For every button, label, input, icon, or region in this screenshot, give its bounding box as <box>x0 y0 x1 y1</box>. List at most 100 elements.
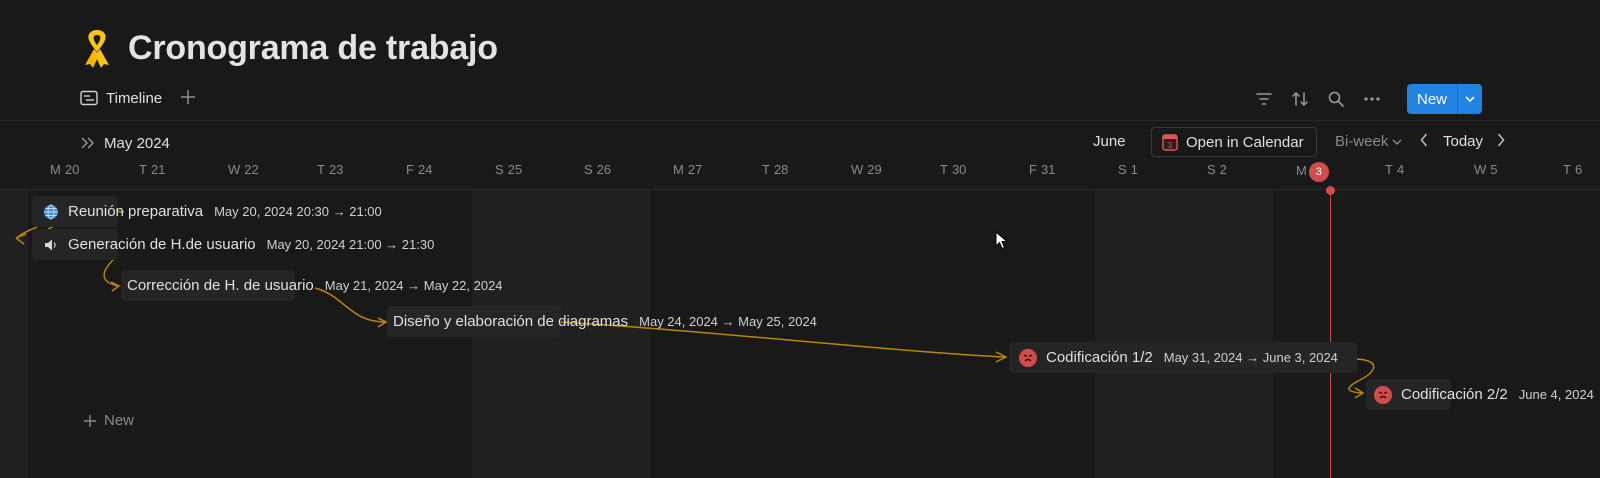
day-number: 3 <box>1308 162 1329 182</box>
today-dot <box>1326 186 1335 195</box>
task-diseno-diagramas[interactable]: Diseño y elaboración de diagramas May 24… <box>393 306 817 337</box>
day-label: S1 <box>1118 162 1138 177</box>
day-label-today: M3 <box>1296 162 1329 182</box>
timeline-scale-select[interactable]: Bi-week <box>1335 133 1402 150</box>
chevron-down-icon <box>1392 139 1402 145</box>
day-number: 27 <box>687 162 703 177</box>
day-label: M 27 <box>673 162 702 177</box>
search-icon <box>1328 91 1344 107</box>
next-period-button[interactable] <box>1497 133 1505 152</box>
add-new-item-label: New <box>104 412 135 429</box>
open-in-calendar-label: Open in Calendar <box>1186 133 1304 151</box>
add-new-item-button[interactable]: New <box>83 412 134 429</box>
day-number: 28 <box>773 162 789 177</box>
open-in-calendar-button[interactable]: 3 Open in Calendar <box>1151 127 1317 157</box>
day-label: T 21 <box>139 162 165 177</box>
day-label: F 24 <box>406 162 432 177</box>
task-dates: May 31, 2024 → June 3, 2024 <box>1163 350 1338 365</box>
day-letter: W <box>1474 162 1487 177</box>
new-button[interactable]: New <box>1406 84 1457 114</box>
day-label: T4 <box>1385 162 1404 177</box>
task-dates: May 20, 2024 20:30 → 21:00 <box>214 204 382 219</box>
task-generacion-h-usuario[interactable]: Generación de H.de usuario May 20, 2024 … <box>43 229 434 260</box>
month-label: May 2024 <box>104 134 170 152</box>
double-chevron-right-icon[interactable] <box>80 137 96 149</box>
task-codificacion-1[interactable]: Codificación 1/2 May 31, 2024 → June 3, … <box>1019 342 1338 373</box>
task-name: Diseño y elaboración de diagramas <box>393 313 629 330</box>
task-dates: May 21, 2024 → May 22, 2024 <box>324 278 503 293</box>
day-letter: T <box>1563 162 1571 177</box>
day-label: T 28 <box>762 162 788 177</box>
mouse-cursor-icon <box>995 231 1009 250</box>
calendar-icon-number: 3 <box>1168 141 1173 150</box>
day-number: 22 <box>244 162 259 177</box>
day-letter: T <box>762 162 770 177</box>
day-label: S2 <box>1207 162 1227 177</box>
day-letter: T <box>940 162 948 177</box>
timeline-scale-value: Bi-week <box>1335 133 1389 150</box>
timeline-view-icon <box>80 90 98 106</box>
calendar-icon: 3 <box>1162 134 1178 151</box>
day-letter: S <box>584 162 593 177</box>
day-number: 4 <box>1396 162 1405 177</box>
angry-face-icon <box>1019 348 1037 367</box>
days-divider <box>0 189 1600 190</box>
tab-timeline-label: Timeline <box>106 89 163 107</box>
plus-icon <box>181 90 196 104</box>
day-label: T 23 <box>317 162 343 177</box>
task-dates: June 4, 2024 <box>1518 387 1594 402</box>
task-correccion-h-usuario[interactable]: Corrección de H. de usuario May 21, 2024… <box>127 270 503 301</box>
day-label: W 22 <box>228 162 259 177</box>
new-button-group: New <box>1406 84 1482 114</box>
more-options-button[interactable] <box>1361 88 1383 110</box>
day-number: 31 <box>1040 162 1056 177</box>
add-view-button[interactable] <box>180 87 196 109</box>
day-number: 5 <box>1490 162 1498 177</box>
day-number: 30 <box>951 162 967 177</box>
globe-icon <box>44 204 58 219</box>
day-number: 29 <box>867 162 882 177</box>
day-letter: S <box>1207 162 1216 177</box>
next-month-label: June <box>1093 133 1126 150</box>
day-label: T 30 <box>940 162 966 177</box>
day-number: 1 <box>1130 162 1138 177</box>
day-label: W 29 <box>851 162 882 177</box>
day-letter: T <box>317 162 325 177</box>
more-horizontal-icon <box>1364 97 1380 101</box>
weekend-shade <box>1095 190 1273 478</box>
header-divider <box>0 120 1600 121</box>
task-reunion-preparativa[interactable]: Reunión preparativa May 20, 2024 20:30 →… <box>43 196 382 227</box>
view-tabs: Timeline <box>80 86 196 110</box>
day-letter: M <box>1296 163 1307 178</box>
day-label: W5 <box>1474 162 1498 177</box>
previous-period-button[interactable] <box>1420 133 1428 152</box>
day-label: F 31 <box>1029 162 1055 177</box>
day-letter: T <box>139 162 147 177</box>
day-letter: F <box>1029 162 1037 177</box>
day-number: 23 <box>328 162 344 177</box>
day-number: 20 <box>64 162 80 177</box>
sort-button[interactable] <box>1289 88 1311 110</box>
task-name: Codificación 1/2 <box>1046 349 1153 366</box>
angry-face-icon <box>1374 385 1392 404</box>
filter-button[interactable] <box>1253 88 1275 110</box>
day-letter: W <box>851 162 864 177</box>
speaker-icon <box>45 239 56 250</box>
day-number: 24 <box>417 162 433 177</box>
day-letter: W <box>228 162 241 177</box>
task-dates: May 24, 2024 → May 25, 2024 <box>639 314 817 329</box>
new-dropdown-button[interactable] <box>1457 84 1482 114</box>
day-letter: S <box>1118 162 1127 177</box>
day-number: 25 <box>507 162 523 177</box>
task-codificacion-2[interactable]: Codificación 2/2 June 4, 2024 <box>1374 379 1594 410</box>
search-button[interactable] <box>1325 88 1347 110</box>
filter-icon <box>1256 93 1272 105</box>
day-letter: S <box>495 162 504 177</box>
day-label: S 25 <box>495 162 522 177</box>
day-number: 6 <box>1574 162 1583 177</box>
day-letter: M <box>50 162 61 177</box>
today-button[interactable]: Today <box>1443 133 1483 150</box>
task-dates: May 20, 2024 21:00 → 21:30 <box>266 237 435 252</box>
tab-timeline[interactable]: Timeline <box>80 90 162 107</box>
day-letter: T <box>1385 162 1393 177</box>
